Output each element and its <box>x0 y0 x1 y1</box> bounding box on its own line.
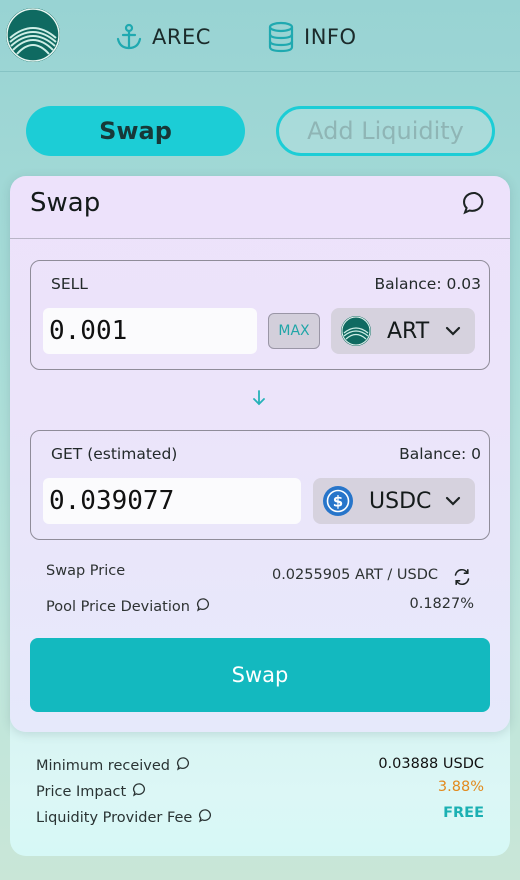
info-bubble-icon[interactable] <box>198 808 213 827</box>
sell-panel: SELL Balance: 0.03 0.001 MAX ART <box>30 260 490 370</box>
top-nav: AREC INFO <box>0 0 520 72</box>
chat-bubble-icon[interactable] <box>462 190 488 220</box>
card-divider <box>10 238 510 239</box>
sell-label: SELL <box>51 275 88 293</box>
app-logo[interactable] <box>6 8 60 62</box>
swap-button[interactable]: Swap <box>30 638 490 712</box>
swap-card: Swap SELL Balance: 0.03 0.001 MAX ART GE… <box>10 176 510 732</box>
pool-deviation-label: Pool Price Deviation <box>46 598 190 615</box>
pool-deviation-value: 0.1827% <box>409 596 474 612</box>
price-impact-row: Price Impact <box>36 782 147 801</box>
database-icon <box>266 21 296 53</box>
price-impact-label: Price Impact <box>36 783 127 800</box>
lp-fee-value: FREE <box>443 805 484 821</box>
lp-fee-label: Liquidity Provider Fee <box>36 809 193 826</box>
info-bubble-icon[interactable] <box>196 597 211 616</box>
get-token-select[interactable]: $ USDC <box>313 478 475 524</box>
nav-info[interactable]: INFO <box>266 20 357 54</box>
get-amount-input[interactable]: 0.039077 <box>43 478 301 524</box>
refresh-icon[interactable] <box>452 567 472 591</box>
sell-balance: Balance: 0.03 <box>374 275 481 293</box>
art-token-icon <box>341 316 371 346</box>
get-panel: GET (estimated) Balance: 0 0.039077 $ US… <box>30 430 490 540</box>
price-impact-value: 3.88% <box>437 779 484 795</box>
lp-fee-row: Liquidity Provider Fee <box>36 808 213 827</box>
sell-token-select[interactable]: ART <box>331 308 475 354</box>
pool-deviation-row: Pool Price Deviation <box>46 597 211 616</box>
nav-arec[interactable]: AREC <box>114 20 211 54</box>
swap-price-value: 0.0255905 ART / USDC <box>271 567 438 583</box>
get-label: GET (estimated) <box>51 445 178 463</box>
info-bubble-icon[interactable] <box>132 782 147 801</box>
card-title: Swap <box>30 188 101 218</box>
get-token-name: USDC <box>369 488 432 514</box>
min-received-row: Minimum received <box>36 756 191 775</box>
svg-text:$: $ <box>333 493 343 511</box>
max-button[interactable]: MAX <box>268 313 320 349</box>
arrow-down-icon[interactable] <box>250 388 268 412</box>
info-bubble-icon[interactable] <box>176 756 191 775</box>
chevron-down-icon <box>445 323 461 343</box>
usdc-token-icon: $ <box>323 486 353 516</box>
nav-info-label: INFO <box>304 25 357 49</box>
tab-swap[interactable]: Swap <box>26 106 245 156</box>
anchor-icon <box>114 22 144 52</box>
tab-add-liquidity[interactable]: Add Liquidity <box>276 106 495 156</box>
min-received-label: Minimum received <box>36 757 170 774</box>
get-balance: Balance: 0 <box>399 445 481 463</box>
swap-price-row: Swap Price <box>46 563 125 579</box>
sell-token-name: ART <box>387 318 430 344</box>
chevron-down-icon <box>445 493 461 513</box>
sell-amount-input[interactable]: 0.001 <box>43 308 257 354</box>
nav-arec-label: AREC <box>152 25 211 49</box>
min-received-value: 0.03888 USDC <box>378 756 484 772</box>
swap-price-label: Swap Price <box>46 563 126 579</box>
